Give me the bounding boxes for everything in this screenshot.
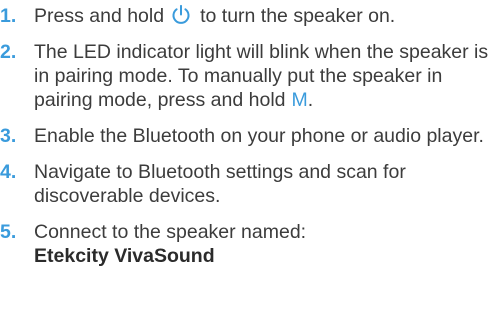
step-number: 5. xyxy=(0,221,17,243)
step-text: Navigate to Bluetooth settings and scan … xyxy=(34,161,406,207)
step-2: 2. The LED indicator light will blink wh… xyxy=(0,40,490,112)
step-text: Enable the Bluetooth on your phone or au… xyxy=(34,125,484,147)
step-4: 4. Navigate to Bluetooth settings and sc… xyxy=(0,160,490,208)
power-icon xyxy=(170,4,192,26)
step-number: 2. xyxy=(0,41,17,63)
step-text-end: to turn the speaker on. xyxy=(200,5,396,27)
step-text: The LED indicator light will blink when … xyxy=(34,41,489,111)
step-number: 1. xyxy=(0,5,17,27)
step-5: 5. Connect to the speaker named: Etekcit… xyxy=(0,220,490,268)
step-text: Press and hold xyxy=(34,5,165,27)
step-3: 3. Enable the Bluetooth on your phone or… xyxy=(0,124,490,148)
step-number: 3. xyxy=(0,125,17,147)
step-text-end: . xyxy=(307,89,314,111)
speaker-name: Etekcity VivaSound xyxy=(34,245,215,267)
instruction-steps: 1. Press and hold to turn the speaker on… xyxy=(0,4,490,280)
step-1: 1. Press and hold to turn the speaker on… xyxy=(0,4,490,28)
step-number: 4. xyxy=(0,161,17,183)
step-text: Connect to the speaker named: xyxy=(34,221,307,243)
m-button-label: M xyxy=(291,89,308,111)
